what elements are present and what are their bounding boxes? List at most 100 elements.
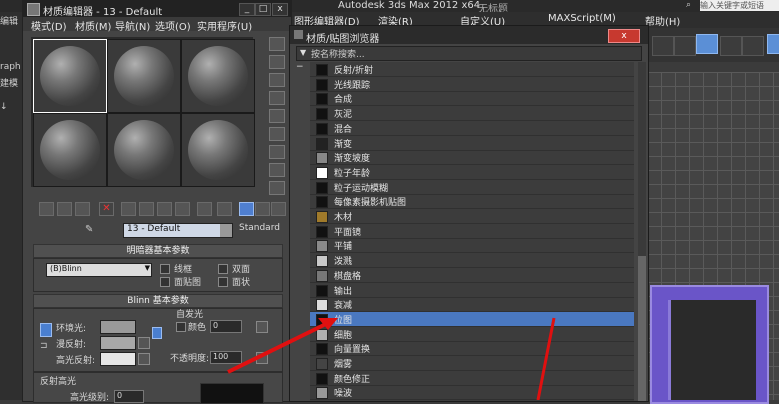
select-by-material-icon[interactable] <box>269 163 285 177</box>
map-list-item[interactable]: 每像素摄影机贴图 <box>310 194 634 210</box>
menu-utilities[interactable]: 实用程序(U) <box>197 18 252 33</box>
sample-type-icon[interactable] <box>269 37 285 51</box>
toolbar-button[interactable] <box>767 34 779 54</box>
go-forward-icon[interactable] <box>255 202 270 216</box>
map-list-item[interactable]: 粒子运动模糊 <box>310 180 634 195</box>
backlight-icon[interactable] <box>269 55 285 69</box>
lock-diffuse-specular-icon[interactable]: ⊐ <box>40 341 50 353</box>
ambient-color-swatch[interactable] <box>100 320 136 334</box>
material-navigator-icon[interactable] <box>269 181 285 195</box>
group-collapse-icon[interactable]: − <box>296 62 308 74</box>
show-map-icon[interactable] <box>197 202 212 216</box>
map-list-item[interactable]: 渐变坡度 <box>310 150 634 166</box>
map-list-item[interactable]: 反射/折射 <box>310 62 634 77</box>
sample-slot[interactable] <box>33 113 107 187</box>
two-sided-checkbox[interactable] <box>218 264 228 274</box>
wire-label: 线框 <box>174 265 193 275</box>
make-unique-icon[interactable] <box>139 202 154 216</box>
faceted-checkbox[interactable] <box>218 277 228 287</box>
toolbar-button[interactable] <box>696 34 718 54</box>
copy-material-icon[interactable] <box>121 202 136 216</box>
diffuse-color-swatch[interactable] <box>100 336 136 350</box>
opacity-spinner[interactable]: 100 <box>210 351 242 364</box>
toolbar-button[interactable] <box>652 36 674 56</box>
menu-maxscript[interactable]: MAXScript(M) <box>548 13 616 24</box>
menu-help[interactable]: 帮助(H) <box>645 13 680 28</box>
opacity-map-button[interactable] <box>256 352 268 364</box>
material-type-button[interactable]: Standard <box>239 223 289 236</box>
reset-icon[interactable]: ✕ <box>99 202 114 216</box>
shader-select[interactable]: (B)Blinn ▼ <box>46 263 152 277</box>
map-list-item[interactable]: 向量置换 <box>310 341 634 357</box>
material-id-icon[interactable] <box>175 202 190 216</box>
menu-material[interactable]: 材质(M) <box>75 18 111 33</box>
map-list-item[interactable]: 渐变 <box>310 136 634 151</box>
put-to-library-icon[interactable] <box>157 202 172 216</box>
uv-tiling-icon[interactable] <box>269 91 285 105</box>
make-preview-icon[interactable] <box>269 127 285 141</box>
self-illum-spinner[interactable]: 0 <box>210 320 242 333</box>
show-end-result-icon[interactable] <box>217 202 232 216</box>
self-illum-color-checkbox[interactable] <box>176 322 186 332</box>
face-map-checkbox[interactable] <box>160 277 170 287</box>
map-list-item[interactable]: 混合 <box>310 121 634 136</box>
lock-ambient-diffuse-icon[interactable] <box>40 323 52 337</box>
shader-rollout-header[interactable]: 明暗器基本参数 <box>33 244 283 258</box>
maximize-button[interactable]: □ <box>255 3 271 16</box>
sample-slot[interactable] <box>181 39 255 113</box>
sample-slot[interactable] <box>107 39 181 113</box>
eyedropper-icon[interactable]: ✎ <box>85 224 93 235</box>
diffuse-map-button[interactable] <box>138 337 150 349</box>
options-icon[interactable] <box>269 145 285 159</box>
map-list-item[interactable]: 木材 <box>310 209 634 224</box>
map-list-item[interactable]: 平铺 <box>310 238 634 254</box>
toolbar-button[interactable] <box>720 36 742 56</box>
map-list-item[interactable]: 位图 <box>310 311 634 327</box>
put-to-scene-icon[interactable] <box>57 202 72 216</box>
close-button[interactable]: x <box>608 29 640 43</box>
menu-options[interactable]: 选项(O) <box>155 18 191 33</box>
lock-icon[interactable] <box>152 327 162 339</box>
map-list-item[interactable]: 合成 <box>310 91 634 107</box>
video-check-icon[interactable] <box>269 109 285 123</box>
blinn-rollout-header[interactable]: Blinn 基本参数 <box>33 294 283 308</box>
scrollbar-thumb[interactable] <box>638 256 646 401</box>
map-list-item[interactable]: 光线跟踪 <box>310 77 634 92</box>
go-to-parent-icon[interactable] <box>239 202 254 216</box>
browser-search-input[interactable]: ▼ 按名称搜索... <box>296 46 642 61</box>
map-list-item[interactable]: 灰泥 <box>310 106 634 122</box>
map-list-item[interactable]: 噪波 <box>310 385 634 401</box>
map-list-item[interactable]: 衰减 <box>310 297 634 313</box>
map-list-item[interactable]: 泼溅 <box>310 253 634 269</box>
sample-slot[interactable] <box>33 39 107 113</box>
map-list-item[interactable]: 粒子年龄 <box>310 165 634 180</box>
sample-slot[interactable] <box>181 113 255 187</box>
menu-modes[interactable]: 模式(D) <box>31 18 67 33</box>
close-button[interactable]: x <box>272 3 288 16</box>
search-input[interactable]: 输入关键字或短语 <box>700 0 779 11</box>
map-list-item[interactable]: 输出 <box>310 283 634 298</box>
self-illum-map-button[interactable] <box>256 321 268 333</box>
specular-color-swatch[interactable] <box>100 352 136 366</box>
menu-navigation[interactable]: 导航(N) <box>115 18 150 33</box>
sample-slot[interactable] <box>107 113 181 187</box>
assign-material-icon[interactable] <box>75 202 90 216</box>
specular-map-button[interactable] <box>138 353 150 365</box>
map-list-item[interactable]: 颜色修正 <box>310 371 634 386</box>
map-list-item[interactable]: 平面镜 <box>310 224 634 239</box>
background-icon[interactable] <box>269 73 285 87</box>
search-icon[interactable]: ⌕ <box>686 0 696 10</box>
pick-material-icon[interactable] <box>271 202 286 216</box>
map-list-item[interactable]: 棋盘格 <box>310 268 634 283</box>
wire-checkbox[interactable] <box>160 264 170 274</box>
toolbar-button[interactable] <box>742 36 764 56</box>
material-name-field[interactable]: 13 - Default <box>123 223 233 238</box>
chevron-down-icon[interactable]: ▼ <box>300 48 306 57</box>
specular-level-spinner[interactable]: 0 <box>114 390 144 403</box>
map-list-item[interactable]: 细胞 <box>310 327 634 342</box>
chevron-down-icon[interactable] <box>220 224 232 237</box>
get-material-icon[interactable] <box>39 202 54 216</box>
map-list-item[interactable]: 烟雾 <box>310 356 634 371</box>
minimize-button[interactable]: _ <box>239 3 255 16</box>
toolbar-button[interactable] <box>674 36 696 56</box>
